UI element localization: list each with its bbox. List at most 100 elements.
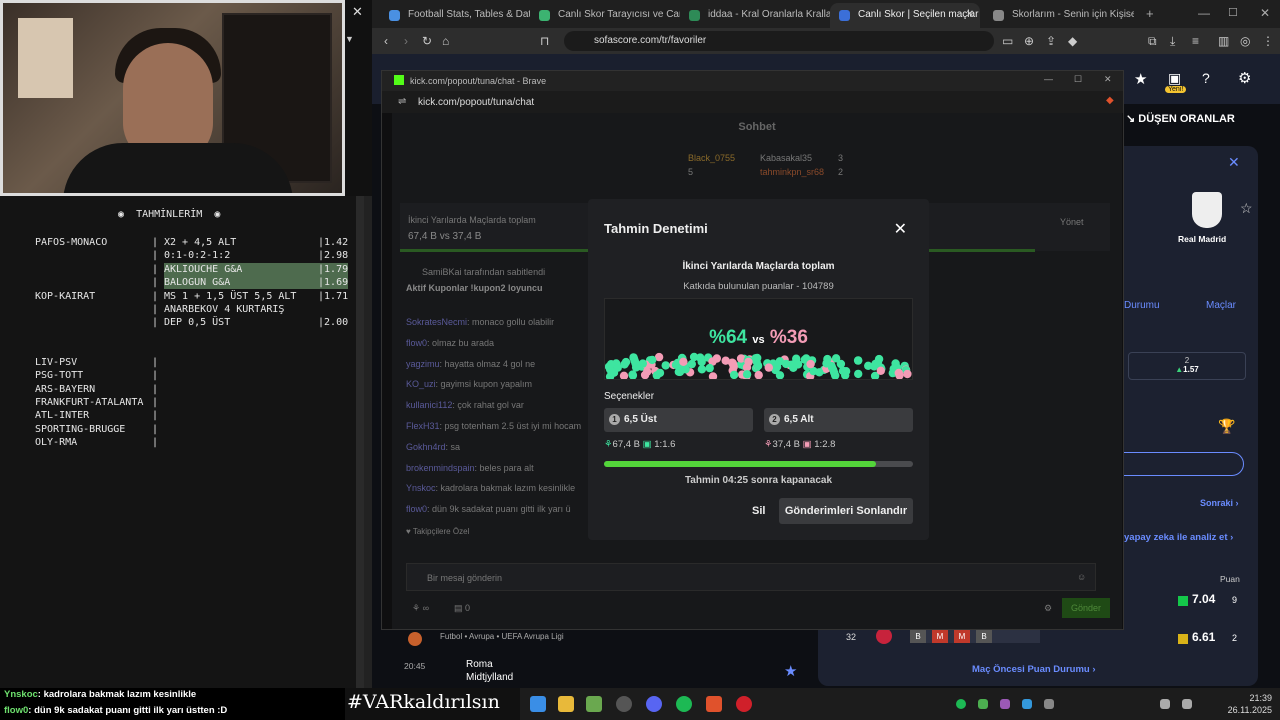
file-explorer-icon[interactable] <box>558 696 574 712</box>
close-icon[interactable]: ✕ <box>352 4 363 20</box>
manage-button[interactable]: Yönet <box>1060 217 1084 227</box>
vote-dot <box>697 365 707 374</box>
start-icon[interactable] <box>530 696 546 712</box>
wall-poster <box>18 18 73 98</box>
zoom-icon[interactable]: ⊕ <box>1024 34 1034 48</box>
close-icon[interactable]: ✕ <box>894 219 907 239</box>
brave-shield-icon[interactable]: ◆ <box>1068 34 1077 48</box>
send-button[interactable]: Gönder <box>1062 598 1110 618</box>
tab-standings[interactable]: Durumu <box>1124 300 1160 311</box>
reload-icon[interactable]: ↻ <box>422 34 432 48</box>
brave-icon[interactable] <box>706 696 722 712</box>
browser-tab[interactable]: Canlı Skor | Seçilen maçlar içi ✕ <box>830 3 980 28</box>
volume-icon[interactable] <box>1160 699 1170 709</box>
browser-tab[interactable]: Skorlarım - Senin için Kişiselleştir <box>984 3 1134 28</box>
upcoming-match: FRANKFURT-ATALANTA <box>35 396 144 408</box>
obs-icon[interactable] <box>616 696 632 712</box>
maximize-button[interactable]: ☐ <box>1228 6 1238 19</box>
away-team[interactable]: Midtjylland <box>466 672 513 683</box>
falling-odds-link[interactable]: ↘ DÜŞEN ORANLAR <box>1126 112 1235 125</box>
tray-icon[interactable] <box>1022 699 1032 709</box>
leaderboard-third: tahminkpn_sr68 <box>760 167 825 177</box>
tab-matches[interactable]: Maçlar <box>1206 300 1236 311</box>
browser-tab[interactable]: Football Stats, Tables & Data | Soc <box>380 3 530 28</box>
opera-icon[interactable] <box>736 696 752 712</box>
form-chip: M <box>954 630 970 643</box>
tray-icon[interactable] <box>1000 699 1010 709</box>
chat-message: Gokhn4rd: sa <box>406 441 461 452</box>
scrollbar[interactable] <box>356 196 364 688</box>
popup-title: kick.com/popout/tuna/chat - Brave <box>410 76 547 86</box>
home-icon[interactable]: ⌂ <box>442 34 449 48</box>
chat-settings-icon[interactable]: ⚙ <box>1044 603 1052 614</box>
banner-title: İkinci Yarılarda Maçlarda toplam <box>408 215 536 225</box>
emoji-icon[interactable]: ☺ <box>1077 572 1086 582</box>
spotify-icon[interactable] <box>676 696 692 712</box>
pre-match-standings-link[interactable]: Maç Öncesi Puan Durumu › <box>972 664 1096 675</box>
prediction-match: KOP-KAIRAT <box>35 290 96 302</box>
home-team[interactable]: Roma <box>466 659 493 670</box>
sidebar-icon[interactable]: ▥ <box>1218 34 1229 48</box>
network-icon[interactable] <box>1182 699 1192 709</box>
odds-box[interactable]: 2 ▲1.57 <box>1128 352 1246 380</box>
brave-shield-icon[interactable]: ◆ <box>1106 95 1114 106</box>
browser-tab[interactable]: Canlı Skor Tarayıcısı ve Canlı Skor <box>530 3 680 28</box>
forward-icon[interactable]: › <box>404 34 408 48</box>
prediction-odd: |1.42 <box>318 237 349 248</box>
favorite-icon[interactable]: ☆ <box>1240 200 1253 217</box>
close-button[interactable]: ✕ <box>1104 74 1112 85</box>
favorite-match-icon[interactable]: ★ <box>784 662 797 680</box>
tray-icon[interactable] <box>1044 699 1054 709</box>
window-close-button[interactable]: ✕ <box>1260 6 1270 20</box>
column-separator: | <box>152 250 159 262</box>
bookmark-icon[interactable]: ⊓ <box>540 34 549 48</box>
site-info-icon[interactable]: ⇌ <box>398 96 406 107</box>
wallet-icon[interactable]: ◎ <box>1240 34 1250 48</box>
banner-values: 67,4 B vs 37,4 B <box>408 231 482 242</box>
league-breadcrumb[interactable]: Futbol • Avrupa • UEFA Avrupa Ligi <box>440 632 564 641</box>
player-points: 2 <box>1232 633 1238 643</box>
favicon-icon <box>689 10 700 21</box>
tab-close-icon[interactable]: ✕ <box>966 9 974 20</box>
new-tab-button[interactable]: + <box>1146 6 1154 21</box>
settings-icon[interactable]: ⚙ <box>1238 69 1251 87</box>
points-icon[interactable]: ⚘ ∞ <box>412 603 429 614</box>
extensions-icon[interactable]: ⧉ <box>1148 34 1157 49</box>
menu-icon[interactable]: ≡ <box>1192 34 1199 48</box>
cast-icon[interactable]: ▭ <box>1002 34 1013 48</box>
minimize-button[interactable]: — <box>1198 6 1210 20</box>
ai-analysis-link[interactable]: yapay zeka ile analiz et › <box>1124 532 1233 543</box>
next-link[interactable]: Sonraki › <box>1200 498 1239 508</box>
close-icon[interactable]: ✕ <box>1228 154 1240 171</box>
tab-bar: Football Stats, Tables & Data | SocCanlı… <box>372 0 1280 28</box>
end-submissions-button[interactable]: Gönderimleri Sonlandır <box>779 498 913 524</box>
odds-label: 2 <box>1184 356 1190 365</box>
more-icon[interactable]: ⋮ <box>1262 34 1274 48</box>
help-icon[interactable]: ? <box>1202 70 1210 86</box>
delete-button[interactable]: Sil <box>752 505 765 517</box>
option-over[interactable]: 1 6,5 Üst <box>604 408 753 432</box>
address-bar[interactable]: sofascore.com/tr/favoriler <box>564 31 994 51</box>
back-icon[interactable]: ‹ <box>384 34 388 48</box>
discord-icon[interactable] <box>646 696 662 712</box>
popup-address-bar[interactable]: ⇌ kick.com/popout/tuna/chat ◆ <box>382 91 1123 113</box>
rating-color-icon <box>1178 634 1188 644</box>
share-icon[interactable]: ⇪ <box>1046 34 1056 48</box>
tray-icon[interactable] <box>978 699 988 709</box>
maximize-button[interactable]: ☐ <box>1074 74 1082 85</box>
form-chip: M <box>932 630 948 643</box>
spotify-tray-icon[interactable] <box>956 699 966 709</box>
chevron-down-icon[interactable]: ▼ <box>345 34 354 44</box>
star-icon[interactable]: ★ <box>1134 70 1147 88</box>
browser-tab[interactable]: iddaa - Kral Oranlarla Krallar Gibi <box>680 3 830 28</box>
real-madrid-logo <box>1192 192 1222 228</box>
tv-icon[interactable]: ▣ <box>1168 70 1181 87</box>
modal-title: Tahmin Denetimi <box>604 221 708 236</box>
minimize-button[interactable]: — <box>1044 74 1053 84</box>
option-under[interactable]: 2 6,5 Alt <box>764 408 913 432</box>
notepad-icon[interactable] <box>586 696 602 712</box>
chat-input[interactable]: Bir mesaj gönderin ☺ <box>406 563 1096 591</box>
trophy-icon[interactable]: 🏆 <box>1218 418 1235 435</box>
clock-date: 26.11.2025 <box>1227 705 1272 715</box>
download-icon[interactable]: ⤓ <box>1170 34 1175 49</box>
